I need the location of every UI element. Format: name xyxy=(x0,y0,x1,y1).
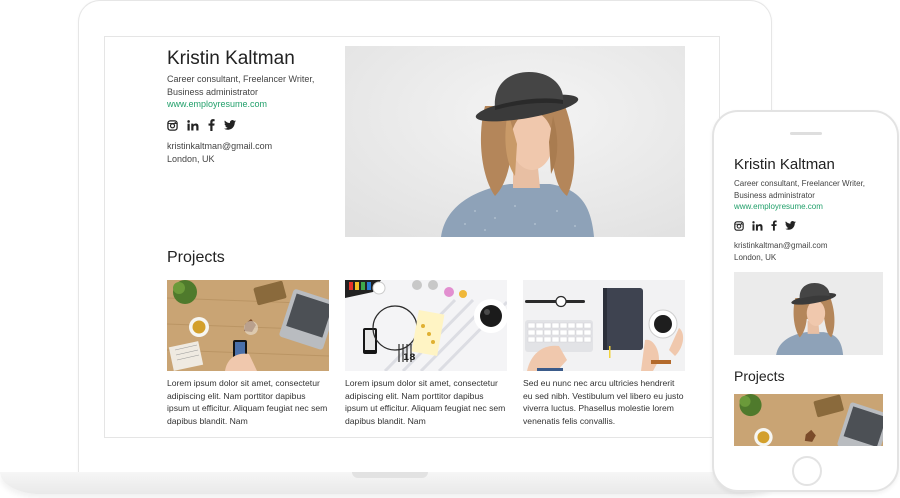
profile-website-link[interactable]: www.employresume.com xyxy=(167,99,267,109)
profile-name: Kristin Kaltman xyxy=(734,156,835,173)
projects-heading: Projects xyxy=(167,249,225,266)
project-card[interactable]: Sed eu nunc nec arcu ultricies hendrerit… xyxy=(523,280,685,427)
profile-role: Career consultant, Freelancer Writer, Bu… xyxy=(734,178,882,202)
profile-location: London, UK xyxy=(167,154,215,164)
projects-heading: Projects xyxy=(734,368,785,384)
project-description: Sed eu nunc nec arcu ultricies hendrerit… xyxy=(523,378,684,426)
profile-email[interactable]: kristinkaltman@gmail.com xyxy=(734,241,827,250)
twitter-icon[interactable] xyxy=(224,120,236,130)
profile-photo xyxy=(345,46,685,237)
instagram-icon[interactable] xyxy=(734,220,744,231)
profile-role-line-1: Career consultant, Freelancer Writer, xyxy=(734,179,866,188)
laptop-screen: Kristin Kaltman Career consultant, Freel… xyxy=(104,36,720,438)
project-description: Lorem ipsum dolor sit amet, consectetur … xyxy=(345,378,506,426)
phone-frame: Kristin Kaltman Career consultant, Freel… xyxy=(712,110,899,492)
twitter-icon[interactable] xyxy=(785,221,796,230)
profile-email[interactable]: kristinkaltman@gmail.com xyxy=(167,141,272,151)
instagram-icon[interactable] xyxy=(167,119,178,131)
profile-role-line-1: Career consultant, Freelancer Writer, xyxy=(167,74,315,84)
project-thumbnail[interactable] xyxy=(734,394,883,446)
social-links xyxy=(734,220,796,231)
phone-speaker xyxy=(790,132,822,135)
svg-text:18: 18 xyxy=(403,353,416,363)
profile-location: London, UK xyxy=(734,253,777,262)
project-thumbnail[interactable] xyxy=(523,280,685,371)
profile-photo xyxy=(734,272,883,355)
profile-role: Career consultant, Freelancer Writer, Bu… xyxy=(167,73,327,99)
social-links xyxy=(167,119,236,131)
profile-role-line-2: Business administrator xyxy=(734,191,815,200)
phone-screen: Kristin Kaltman Career consultant, Freel… xyxy=(728,148,884,448)
linkedin-icon[interactable] xyxy=(752,220,763,231)
project-thumbnail[interactable]: 18 xyxy=(345,280,507,371)
project-thumbnail[interactable] xyxy=(167,280,329,371)
facebook-icon[interactable] xyxy=(771,220,777,231)
profile-name: Kristin Kaltman xyxy=(167,48,295,69)
project-description: Lorem ipsum dolor sit amet, consectetur … xyxy=(167,378,328,426)
facebook-icon[interactable] xyxy=(208,119,215,131)
profile-role-line-2: Business administrator xyxy=(167,87,259,97)
project-card[interactable]: 18 Lorem ipsum dolor sit amet, consectet… xyxy=(345,280,507,427)
project-card[interactable]: Lorem ipsum dolor sit amet, consectetur … xyxy=(167,280,329,427)
profile-website-link[interactable]: www.employresume.com xyxy=(734,202,823,211)
laptop-notch xyxy=(352,472,428,478)
phone-home-button xyxy=(792,456,822,486)
linkedin-icon[interactable] xyxy=(187,119,199,131)
